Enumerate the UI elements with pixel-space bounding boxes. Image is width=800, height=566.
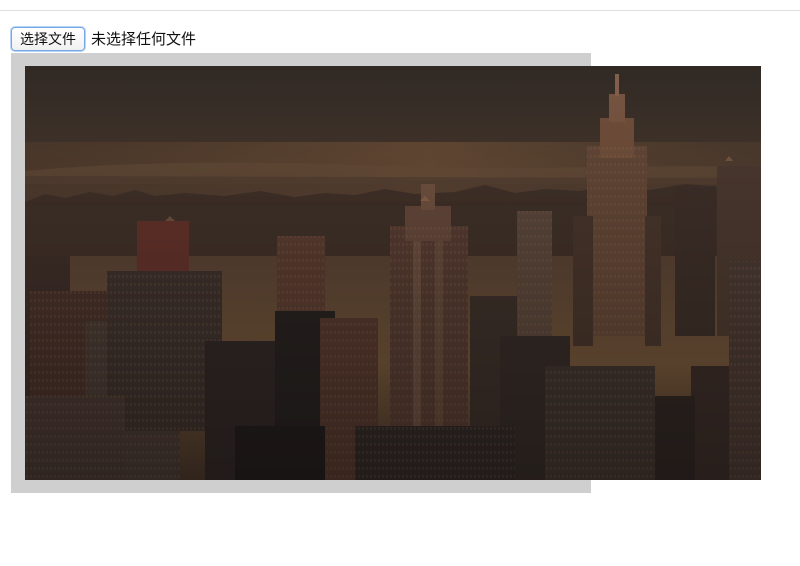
file-input-row: 选择文件 未选择任何文件 [11, 27, 196, 51]
choose-file-button[interactable]: 选择文件 [11, 27, 85, 51]
file-status-text: 未选择任何文件 [91, 30, 197, 48]
photo-icon [25, 66, 761, 480]
browser-top-edge [0, 0, 800, 11]
city-skyline-photo [25, 66, 761, 480]
